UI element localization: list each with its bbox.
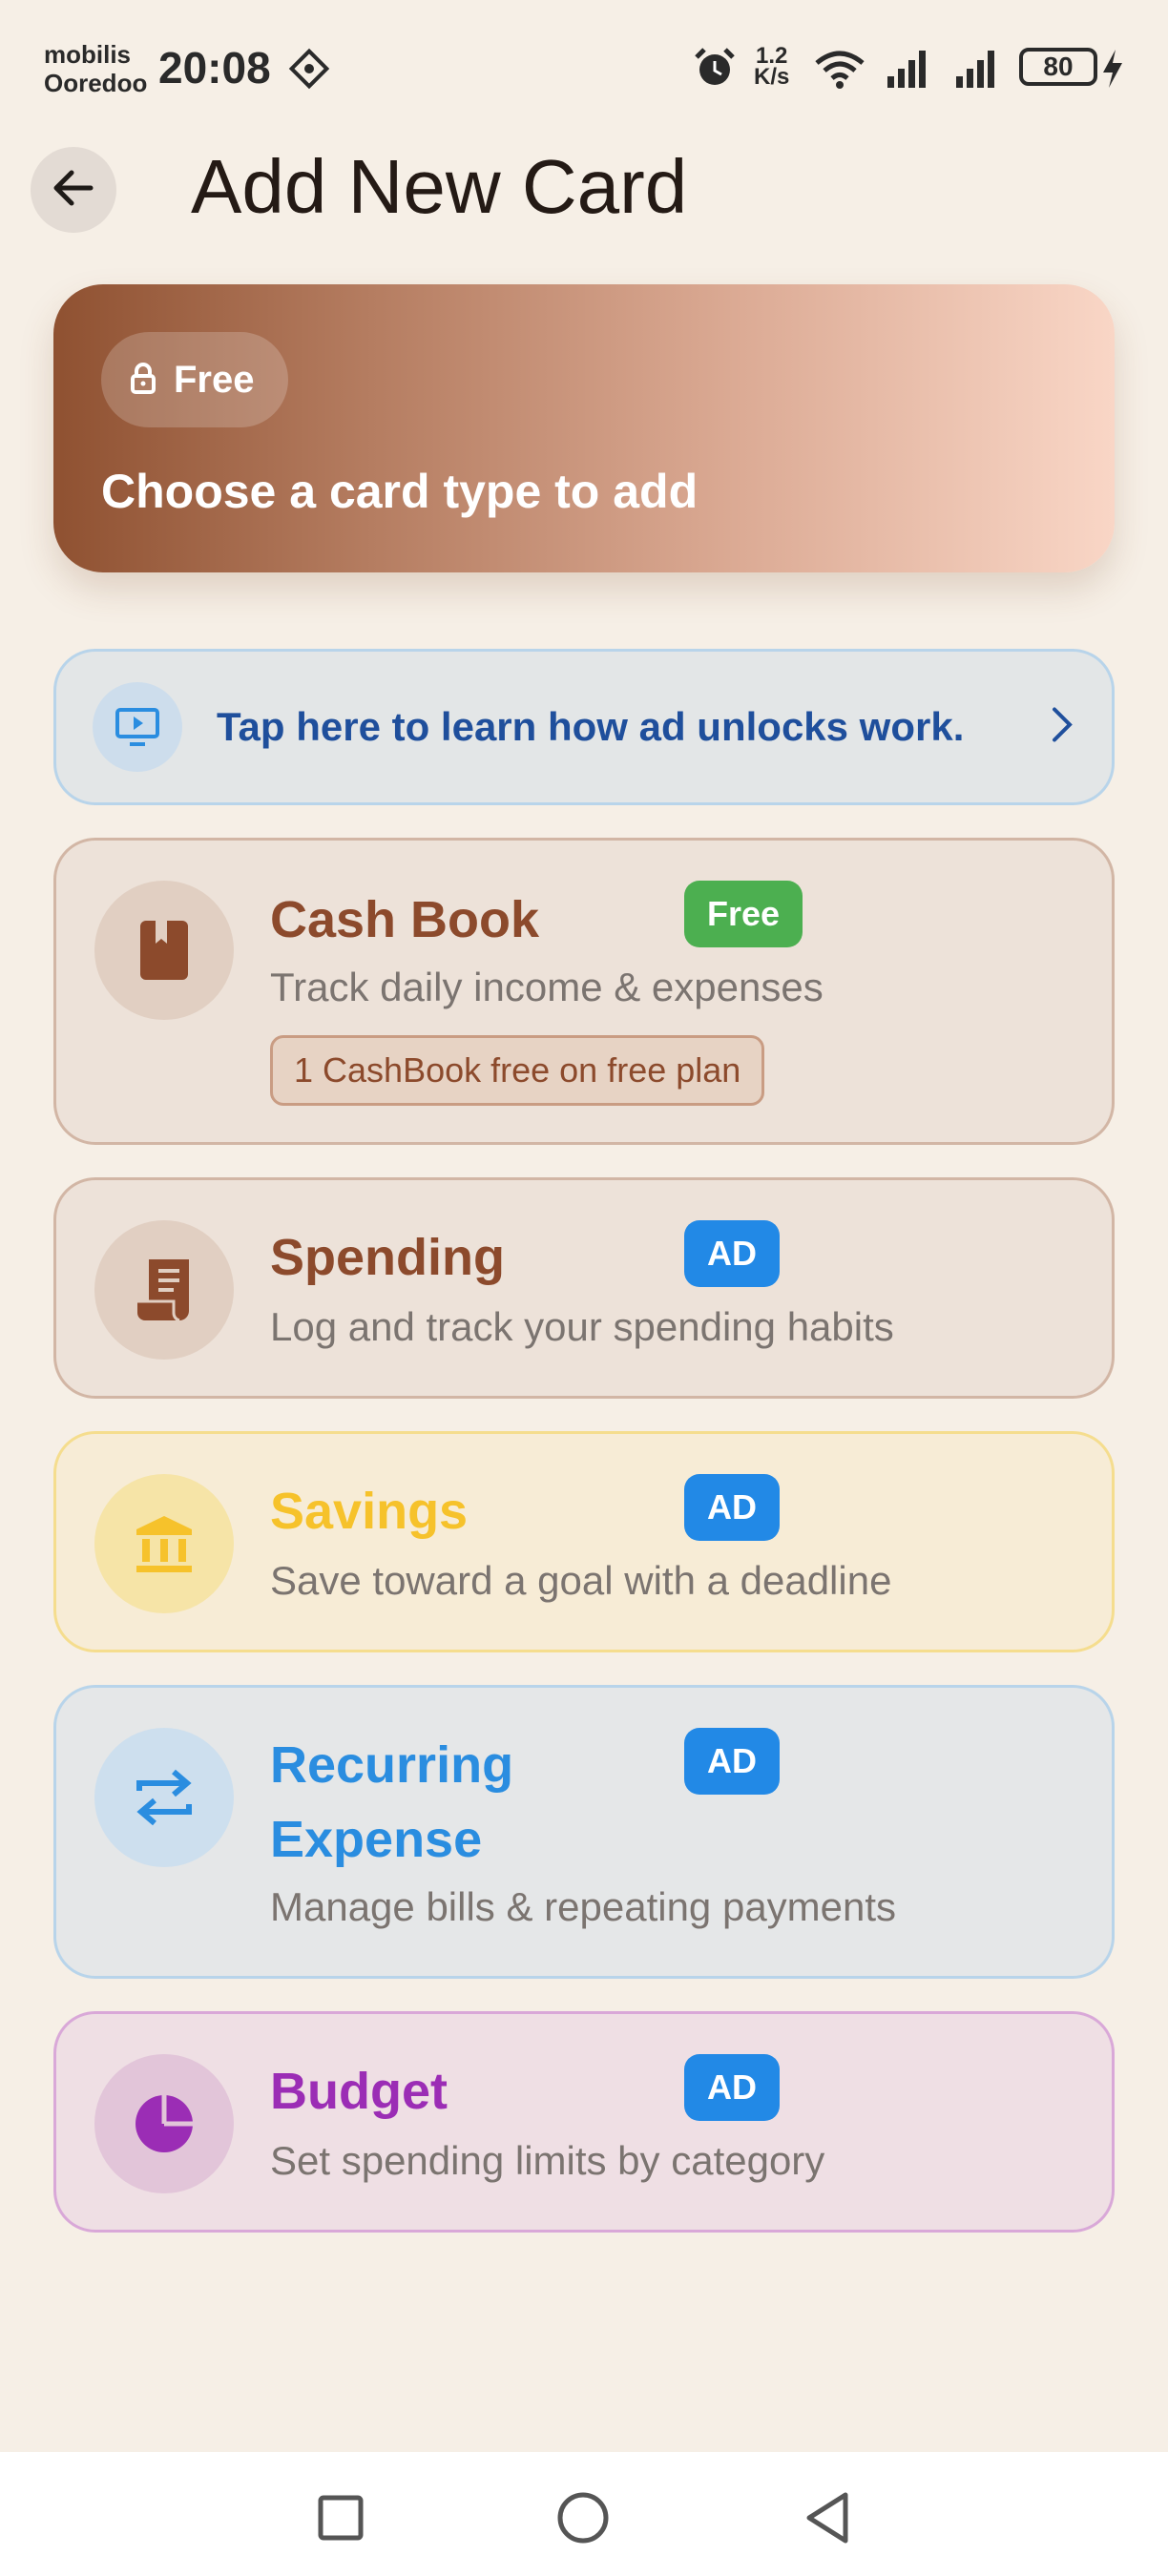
network-speed: 1.2 K/s: [754, 45, 790, 90]
card-title: Budget: [270, 2063, 448, 2120]
pie-chart-icon: [94, 2054, 234, 2193]
card-description: Manage bills & repeating payments: [270, 1884, 897, 1929]
free-plan-note: 1 CashBook free on free plan: [270, 1035, 765, 1106]
status-time: 20:08: [158, 43, 271, 93]
status-bar: mobilis Ooredoo 20:08 1.2 K/s 80: [0, 0, 1168, 134]
system-nav-bar: [0, 2452, 1168, 2576]
card-description: Track daily income & expenses: [270, 965, 824, 1009]
carrier-name: mobilis Ooredoo: [44, 40, 147, 97]
card-description: Log and track your spending habits: [270, 1304, 894, 1349]
back-button[interactable]: [31, 147, 116, 233]
hero-plan-badge: Free: [101, 332, 288, 427]
book-icon: [94, 881, 234, 1020]
bank-icon: [94, 1474, 234, 1613]
back-triangle-icon[interactable]: [794, 2484, 861, 2551]
page-title: Add New Card: [191, 144, 688, 229]
recents-square-icon[interactable]: [307, 2484, 374, 2551]
carrier-line-1: mobilis: [44, 40, 132, 69]
free-badge: Free: [684, 881, 803, 947]
card-title-line-2: Expense: [270, 1811, 483, 1868]
battery-icon: 80: [1019, 48, 1097, 86]
card-description: Set spending limits by category: [270, 2138, 825, 2183]
card-title: Recurring Expense: [270, 1728, 513, 1877]
ad-badge: AD: [684, 1474, 780, 1541]
hero-title: Choose a card type to add: [101, 465, 699, 518]
network-speed-unit: K/s: [754, 64, 790, 90]
card-title: Savings: [270, 1483, 469, 1540]
carrier-line-2: Ooredoo: [44, 69, 148, 97]
card-title: Spending: [270, 1229, 505, 1286]
wifi-icon: [813, 48, 866, 94]
info-banner-text: Tap here to learn how ad unlocks work.: [217, 704, 965, 749]
card-option-recurring-expense[interactable]: Recurring Expense AD Manage bills & repe…: [53, 1685, 1115, 1979]
repeat-icon: [94, 1728, 234, 1867]
home-circle-icon[interactable]: [550, 2484, 616, 2551]
ad-badge: AD: [684, 2054, 780, 2121]
card-option-budget[interactable]: Budget AD Set spending limits by categor…: [53, 2011, 1115, 2233]
battery-level: 80: [1043, 52, 1074, 81]
receipt-icon: [94, 1220, 234, 1360]
video-icon: [93, 682, 182, 772]
card-option-spending[interactable]: Spending AD Log and track your spending …: [53, 1177, 1115, 1399]
alarm-icon: [693, 46, 737, 94]
ad-unlock-info-banner[interactable]: Tap here to learn how ad unlocks work.: [53, 649, 1115, 805]
location-diamond-icon: [288, 48, 330, 94]
lock-icon: [130, 362, 156, 399]
card-description: Save toward a goal with a deadline: [270, 1558, 892, 1603]
card-title: Cash Book: [270, 891, 540, 948]
chevron-right-icon: [1051, 706, 1074, 749]
card-option-cash-book[interactable]: Cash Book Free Track daily income & expe…: [53, 838, 1115, 1145]
card-title-line-1: Recurring: [270, 1736, 514, 1794]
ad-badge: AD: [684, 1220, 780, 1287]
card-option-savings[interactable]: Savings AD Save toward a goal with a dea…: [53, 1431, 1115, 1652]
signal-icon: [886, 48, 933, 94]
ad-badge: AD: [684, 1728, 780, 1795]
charging-icon: [1099, 48, 1126, 94]
signal-icon: [954, 48, 1002, 94]
arrow-left-icon: [52, 169, 94, 212]
hero-banner: Free Choose a card type to add: [53, 284, 1115, 572]
hero-badge-label: Free: [174, 358, 255, 401]
